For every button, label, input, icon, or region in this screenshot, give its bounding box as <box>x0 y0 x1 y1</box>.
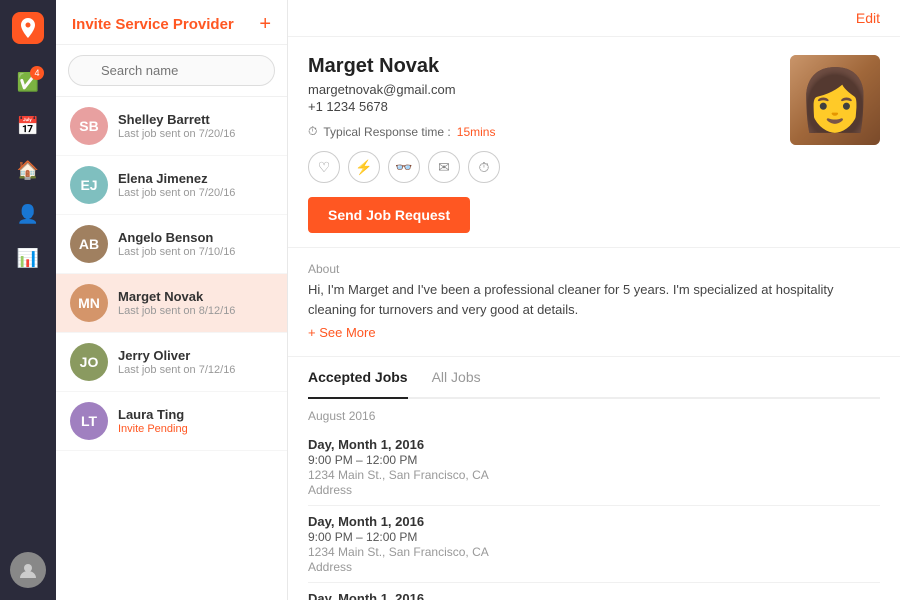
profile-name: Marget Novak <box>308 55 774 78</box>
contact-info: Shelley Barrett Last job sent on 7/20/16 <box>118 112 273 140</box>
see-more-button[interactable]: + See More <box>308 325 376 340</box>
nav-user-icon[interactable]: 👤 <box>10 196 46 232</box>
left-nav: ✅ 4 📅 🏠 👤 📊 <box>0 0 56 600</box>
profile-info: Marget Novak margetnovak@gmail.com +1 12… <box>308 55 774 233</box>
profile-phone: +1 1234 5678 <box>308 99 774 114</box>
contact-name: Marget Novak <box>118 289 273 304</box>
action-icons: ♡ ⚡ 👓 ✉ ⏱ <box>308 151 774 183</box>
jobs-section: August 2016 Day, Month 1, 2016 9:00 PM –… <box>288 399 900 600</box>
tabs-section: Accepted Jobs All Jobs <box>288 357 900 399</box>
job-address: 1234 Main St., San Francisco, CA <box>308 468 880 482</box>
search-wrapper: 🔍 <box>68 55 275 86</box>
contact-item-laura[interactable]: LT Laura Ting Invite Pending <box>56 392 287 451</box>
tasks-badge: 4 <box>30 66 44 80</box>
contact-item-elena[interactable]: EJ Elena Jimenez Last job sent on 7/20/1… <box>56 156 287 215</box>
month-label: August 2016 <box>308 399 880 429</box>
job-address: 1234 Main St., San Francisco, CA <box>308 545 880 559</box>
main-topbar: Edit <box>288 0 900 37</box>
job-item-0: Day, Month 1, 2016 9:00 PM – 12:00 PM 12… <box>308 429 880 506</box>
job-item-2: Day, Month 1, 2016 9:00 PM – 12:00 PM 12… <box>308 583 880 600</box>
response-value: 15mins <box>457 125 496 139</box>
about-text: Hi, I'm Marget and I've been a professio… <box>308 280 880 319</box>
search-box: 🔍 <box>56 45 287 97</box>
clock-button[interactable]: ⏱ <box>468 151 500 183</box>
contact-avatar: SB <box>70 107 108 145</box>
contact-info: Laura Ting Invite Pending <box>118 407 273 435</box>
sidebar-title: Invite Service Provider <box>72 16 234 33</box>
profile-photo <box>790 55 880 145</box>
sidebar: Invite Service Provider + 🔍 SB Shelley B… <box>56 0 288 600</box>
contact-name: Shelley Barrett <box>118 112 273 127</box>
profile-photo-image <box>790 55 880 145</box>
contact-name: Angelo Benson <box>118 230 273 245</box>
job-date: Day, Month 1, 2016 <box>308 514 880 529</box>
edit-button[interactable]: Edit <box>856 10 880 26</box>
contact-info: Elena Jimenez Last job sent on 7/20/16 <box>118 171 273 199</box>
contact-sub: Last job sent on 7/20/16 <box>118 128 273 140</box>
contact-sub: Last job sent on 8/12/16 <box>118 305 273 317</box>
profile-email: margetnovak@gmail.com <box>308 82 774 97</box>
nav-tasks-icon[interactable]: ✅ 4 <box>10 64 46 100</box>
contact-item-shelley[interactable]: SB Shelley Barrett Last job sent on 7/20… <box>56 97 287 156</box>
job-time: 9:00 PM – 12:00 PM <box>308 530 880 544</box>
contact-sub: Last job sent on 7/12/16 <box>118 364 273 376</box>
app-logo <box>12 12 44 44</box>
contact-sub: Last job sent on 7/20/16 <box>118 187 273 199</box>
contact-avatar: JO <box>70 343 108 381</box>
tab-accepted-jobs[interactable]: Accepted Jobs <box>308 357 408 399</box>
contact-item-jerry[interactable]: JO Jerry Oliver Last job sent on 7/12/16 <box>56 333 287 392</box>
tab-all-jobs[interactable]: All Jobs <box>432 357 481 399</box>
contact-avatar: LT <box>70 402 108 440</box>
response-time: ⏱ Typical Response time : 15mins <box>308 124 774 139</box>
response-label: Typical Response time : <box>323 125 450 139</box>
contact-item-angelo[interactable]: AB Angelo Benson Last job sent on 7/10/1… <box>56 215 287 274</box>
contact-info: Jerry Oliver Last job sent on 7/12/16 <box>118 348 273 376</box>
add-provider-button[interactable]: + <box>259 14 271 34</box>
contact-sub: Last job sent on 7/10/16 <box>118 246 273 258</box>
bolt-button[interactable]: ⚡ <box>348 151 380 183</box>
contact-name: Elena Jimenez <box>118 171 273 186</box>
nav-analytics-icon[interactable]: 📊 <box>10 240 46 276</box>
job-item-1: Day, Month 1, 2016 9:00 PM – 12:00 PM 12… <box>308 506 880 583</box>
contact-info: Marget Novak Last job sent on 8/12/16 <box>118 289 273 317</box>
nav-home-icon[interactable]: 🏠 <box>10 152 46 188</box>
contact-avatar: AB <box>70 225 108 263</box>
sidebar-header: Invite Service Provider + <box>56 0 287 45</box>
tabs-row: Accepted Jobs All Jobs <box>308 357 880 399</box>
about-section: About Hi, I'm Marget and I've been a pro… <box>288 248 900 357</box>
send-job-button[interactable]: Send Job Request <box>308 197 470 233</box>
clock-icon: ⏱ <box>308 124 317 139</box>
message-button[interactable]: ✉ <box>428 151 460 183</box>
job-address2: Address <box>308 560 880 574</box>
contact-name: Laura Ting <box>118 407 273 422</box>
contact-name: Jerry Oliver <box>118 348 273 363</box>
contact-info: Angelo Benson Last job sent on 7/10/16 <box>118 230 273 258</box>
contact-avatar: EJ <box>70 166 108 204</box>
favorite-button[interactable]: ♡ <box>308 151 340 183</box>
job-time: 9:00 PM – 12:00 PM <box>308 453 880 467</box>
job-address2: Address <box>308 483 880 497</box>
glasses-button[interactable]: 👓 <box>388 151 420 183</box>
contact-sub: Invite Pending <box>118 423 273 435</box>
main-content: Edit Marget Novak margetnovak@gmail.com … <box>288 0 900 600</box>
contact-avatar: MN <box>70 284 108 322</box>
search-input[interactable] <box>68 55 275 86</box>
job-date: Day, Month 1, 2016 <box>308 437 880 452</box>
nav-calendar-icon[interactable]: 📅 <box>10 108 46 144</box>
contact-list: SB Shelley Barrett Last job sent on 7/20… <box>56 97 287 600</box>
profile-section: Marget Novak margetnovak@gmail.com +1 12… <box>288 37 900 248</box>
nav-user-avatar[interactable] <box>10 552 46 588</box>
about-label: About <box>308 262 880 276</box>
job-date: Day, Month 1, 2016 <box>308 591 880 600</box>
contact-item-marget[interactable]: MN Marget Novak Last job sent on 8/12/16 <box>56 274 287 333</box>
